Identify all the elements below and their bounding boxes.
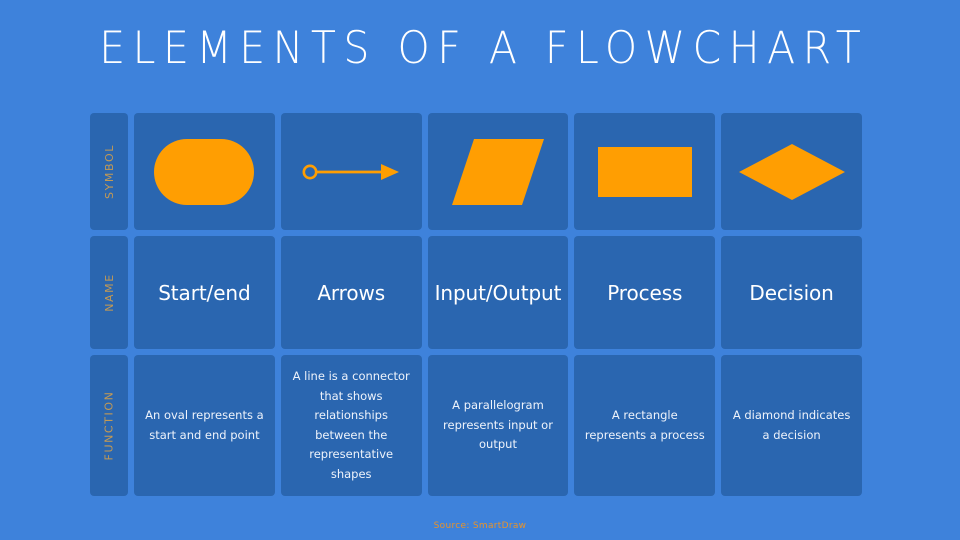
symbol-cell-start-end bbox=[134, 113, 275, 230]
function-text-input-output: A parallelogram represents input or outp… bbox=[443, 398, 553, 452]
function-text-process: A rectangle represents a process bbox=[584, 408, 705, 442]
name-label-input-output: Input/Output bbox=[434, 280, 562, 305]
row-label-symbol-text: SYMBOL bbox=[102, 144, 116, 199]
flowchart-elements-table: SYMBOL NAME Start/end Arrows Input/Outpu… bbox=[90, 113, 862, 496]
symbol-cell-arrows bbox=[280, 113, 422, 230]
function-text-start-end: An oval represents a start and end point bbox=[145, 408, 264, 442]
name-cell-arrows: Arrows bbox=[280, 236, 422, 349]
symbol-cell-process bbox=[574, 113, 716, 230]
function-text-decision: A diamond indicates a decision bbox=[732, 408, 851, 442]
row-label-name: NAME bbox=[90, 236, 128, 349]
slide-canvas: ELEMENTS OF A FLOWCHART SYMBOL NAME Star… bbox=[0, 0, 960, 540]
row-label-function: FUNCTION bbox=[90, 355, 128, 496]
row-label-symbol: SYMBOL bbox=[90, 113, 128, 230]
parallelogram-shape-icon bbox=[451, 138, 544, 205]
function-text-arrows: A line is a connector that shows relatio… bbox=[292, 369, 410, 481]
name-cell-decision: Decision bbox=[721, 236, 862, 349]
name-cell-process: Process bbox=[574, 236, 716, 349]
function-cell-start-end: An oval represents a start and end point bbox=[134, 355, 275, 496]
symbol-cell-decision bbox=[721, 113, 862, 230]
rectangle-shape-icon bbox=[597, 146, 692, 197]
row-label-function-text: FUNCTION bbox=[102, 390, 116, 461]
table-row-name: NAME Start/end Arrows Input/Output Proce… bbox=[90, 236, 862, 349]
symbol-cell-input-output bbox=[427, 113, 569, 230]
function-cell-arrows: A line is a connector that shows relatio… bbox=[280, 355, 422, 496]
rounded-oval-shape-icon bbox=[154, 138, 255, 205]
diamond-shape-icon bbox=[738, 143, 845, 200]
function-cell-decision: A diamond indicates a decision bbox=[721, 355, 862, 496]
name-label-process: Process bbox=[607, 280, 683, 305]
name-cell-input-output: Input/Output bbox=[427, 236, 569, 349]
name-label-arrows: Arrows bbox=[317, 280, 386, 305]
function-cell-input-output: A parallelogram represents input or outp… bbox=[427, 355, 569, 496]
name-cell-start-end: Start/end bbox=[134, 236, 275, 349]
page-title: ELEMENTS OF A FLOWCHART bbox=[99, 22, 869, 74]
row-label-name-text: NAME bbox=[102, 273, 116, 312]
name-label-start-end: Start/end bbox=[158, 280, 251, 305]
table-row-function: FUNCTION An oval represents a start and … bbox=[90, 355, 862, 496]
arrow-connector-shape-icon bbox=[302, 163, 400, 180]
source-attribution: Source: SmartDraw bbox=[433, 521, 527, 531]
table-row-symbol: SYMBOL bbox=[90, 113, 862, 230]
name-label-decision: Decision bbox=[749, 280, 834, 305]
function-cell-process: A rectangle represents a process bbox=[574, 355, 716, 496]
